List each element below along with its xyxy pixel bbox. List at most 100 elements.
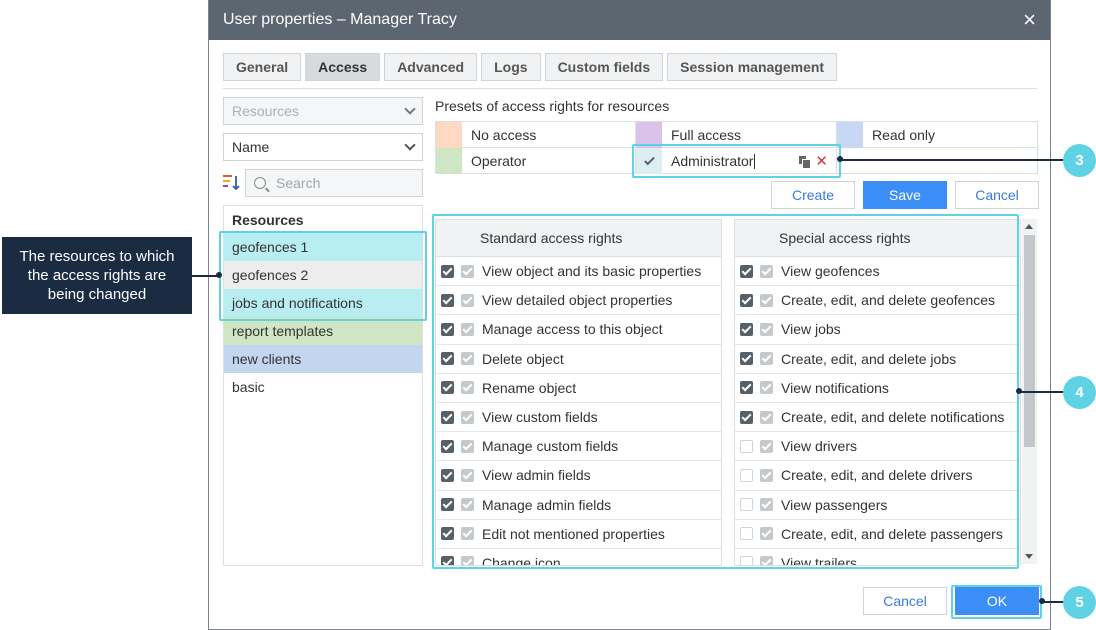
note-connector-dot — [216, 272, 222, 278]
cancel-preset-button[interactable]: Cancel — [955, 181, 1039, 209]
grant-checkbox[interactable] — [441, 439, 454, 453]
user-properties-dialog: User properties – Manager Tracy × Genera… — [208, 0, 1051, 630]
inherited-checkbox[interactable] — [760, 264, 773, 278]
copy-icon[interactable] — [799, 156, 812, 169]
right-row: Delete object — [436, 345, 721, 374]
ok-button[interactable]: OK — [955, 587, 1039, 615]
type-select[interactable]: Resources — [223, 97, 423, 125]
cancel-button[interactable]: Cancel — [863, 587, 947, 615]
sort-select[interactable]: Name — [223, 133, 423, 161]
check-icon — [643, 154, 655, 165]
resource-item[interactable]: report templates — [224, 317, 422, 345]
resource-item[interactable]: geofences 1 — [224, 233, 422, 261]
grant-checkbox[interactable] — [441, 498, 454, 512]
callout-4-connector — [1019, 391, 1064, 393]
inherited-checkbox[interactable] — [760, 322, 773, 336]
grant-checkbox[interactable] — [441, 381, 454, 395]
close-icon[interactable]: × — [1023, 9, 1036, 31]
create-preset-button[interactable]: Create — [771, 181, 855, 209]
right-label: View trailers — [781, 554, 857, 566]
grant-checkbox[interactable] — [740, 439, 753, 453]
right-row: Change icon — [436, 549, 721, 565]
grant-checkbox[interactable] — [740, 352, 753, 366]
resource-item[interactable]: jobs and notifications — [224, 289, 422, 317]
search-input[interactable]: Search — [245, 169, 423, 197]
preset-swatch — [837, 121, 863, 148]
tab-access[interactable]: Access — [305, 53, 381, 81]
resources-note: The resources to which the access rights… — [2, 237, 192, 314]
inherited-checkbox[interactable] — [461, 498, 474, 512]
scroll-up-icon[interactable] — [1025, 224, 1033, 229]
grant-checkbox[interactable] — [740, 322, 753, 336]
inherited-checkbox[interactable] — [461, 527, 474, 541]
inherited-checkbox[interactable] — [760, 352, 773, 366]
scroll-down-icon[interactable] — [1025, 554, 1033, 559]
preset-read-only[interactable]: Read only — [837, 121, 1038, 148]
grant-checkbox[interactable] — [740, 381, 753, 395]
resource-item[interactable]: basic — [224, 373, 422, 401]
grant-checkbox[interactable] — [740, 527, 753, 541]
tab-session-management[interactable]: Session management — [667, 53, 838, 81]
grant-checkbox[interactable] — [441, 410, 454, 424]
right-label: Create, edit, and delete drivers — [781, 467, 973, 484]
sort-icon[interactable] — [223, 174, 241, 192]
grant-checkbox[interactable] — [441, 264, 454, 278]
preset-full-access[interactable]: Full access — [636, 121, 837, 148]
inherited-checkbox[interactable] — [760, 439, 773, 453]
sort-select-value: Name — [232, 139, 270, 155]
standard-rights-table: Standard access rights View object and i… — [435, 219, 722, 566]
right-row: View passengers — [735, 491, 1020, 520]
grant-checkbox[interactable] — [441, 322, 454, 336]
grant-checkbox[interactable] — [441, 527, 454, 541]
inherited-checkbox[interactable] — [461, 322, 474, 336]
delete-icon[interactable]: ✕ — [815, 154, 828, 169]
preset-operator[interactable]: Operator — [436, 148, 636, 174]
grant-checkbox[interactable] — [441, 352, 454, 366]
inherited-checkbox[interactable] — [461, 264, 474, 278]
resource-list-header: Resources — [232, 211, 304, 228]
resource-item[interactable]: geofences 2 — [224, 261, 422, 289]
preset-administrator[interactable]: Administrator ✕ — [636, 148, 837, 174]
grant-checkbox[interactable] — [441, 556, 454, 565]
right-label: View object and its basic properties — [482, 263, 702, 280]
inherited-checkbox[interactable] — [461, 439, 474, 453]
right-label: View drivers — [781, 438, 857, 455]
type-select-value: Resources — [232, 103, 299, 119]
grant-checkbox[interactable] — [740, 556, 753, 565]
inherited-checkbox[interactable] — [461, 468, 474, 482]
preset-no-access[interactable]: No access — [436, 121, 636, 148]
right-label: Rename object — [482, 379, 577, 396]
inherited-checkbox[interactable] — [760, 527, 773, 541]
tab-custom-fields[interactable]: Custom fields — [544, 53, 664, 81]
grant-checkbox[interactable] — [740, 264, 753, 278]
grant-checkbox[interactable] — [740, 498, 753, 512]
inherited-checkbox[interactable] — [461, 293, 474, 307]
preset-swatch — [436, 121, 462, 148]
chevron-down-icon — [404, 103, 416, 115]
inherited-checkbox[interactable] — [461, 410, 474, 424]
grant-checkbox[interactable] — [740, 468, 753, 482]
right-row: View custom fields — [436, 403, 721, 433]
inherited-checkbox[interactable] — [760, 293, 773, 307]
save-preset-button[interactable]: Save — [863, 181, 947, 209]
tab-general[interactable]: General — [223, 53, 302, 81]
grant-checkbox[interactable] — [740, 410, 753, 424]
inherited-checkbox[interactable] — [760, 498, 773, 512]
callout-5-dot — [1039, 598, 1045, 604]
preset-label: Read only — [872, 126, 936, 143]
resource-item[interactable]: new clients — [224, 345, 422, 373]
inherited-checkbox[interactable] — [760, 556, 773, 565]
grant-checkbox[interactable] — [441, 468, 454, 482]
right-row: Create, edit, and delete jobs — [735, 345, 1020, 374]
inherited-checkbox[interactable] — [461, 381, 474, 395]
grant-checkbox[interactable] — [441, 293, 454, 307]
scroll-thumb[interactable] — [1024, 235, 1035, 447]
inherited-checkbox[interactable] — [760, 468, 773, 482]
inherited-checkbox[interactable] — [760, 410, 773, 424]
inherited-checkbox[interactable] — [461, 352, 474, 366]
grant-checkbox[interactable] — [740, 293, 753, 307]
inherited-checkbox[interactable] — [461, 556, 474, 565]
tab-logs[interactable]: Logs — [481, 53, 541, 81]
tab-advanced[interactable]: Advanced — [384, 53, 478, 81]
inherited-checkbox[interactable] — [760, 381, 773, 395]
